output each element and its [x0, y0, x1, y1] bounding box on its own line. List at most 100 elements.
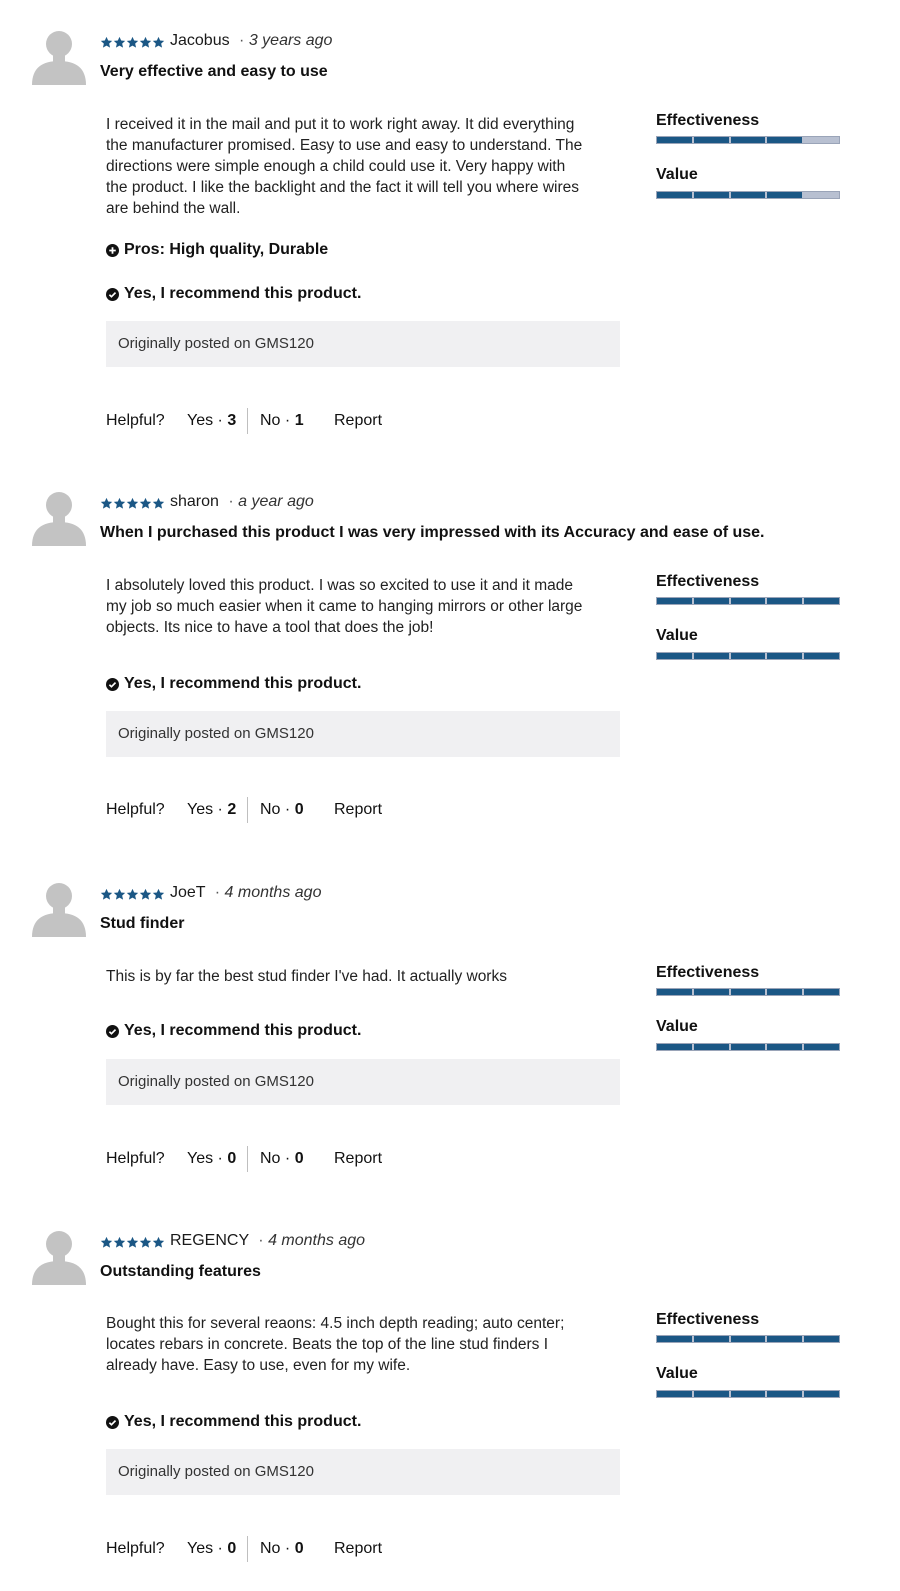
rating-segment [693, 1336, 729, 1342]
review-body: I absolutely loved this product. I was s… [106, 575, 626, 638]
origin-note: Originally posted on GMS120 [106, 1449, 620, 1495]
rating-segment [657, 192, 692, 198]
review-body-line: the product. I like the backlight and th… [106, 179, 579, 196]
rating-segment [804, 1336, 839, 1342]
author-name[interactable]: REGENCY [170, 1232, 249, 1249]
helpful-no-button[interactable]: No · 0 [260, 1149, 304, 1169]
no-label: No · [260, 1150, 291, 1167]
effectiveness-bar [656, 597, 840, 605]
rating-segment [767, 1044, 803, 1050]
rating-segment [804, 192, 839, 198]
star-icon [100, 888, 113, 900]
author-name[interactable]: Jacobus [170, 32, 230, 49]
rating-segment [730, 598, 766, 604]
origin-text: Originally posted on GMS120 [118, 725, 314, 742]
helpful-no-button[interactable]: No · 0 [260, 1539, 304, 1559]
effectiveness-label: Effectiveness [656, 112, 760, 129]
review-body-line: objects. Its nice to have a tool that do… [106, 619, 434, 636]
origin-text: Originally posted on GMS120 [118, 1073, 314, 1090]
star-icon [100, 497, 113, 509]
star-icon [139, 888, 152, 900]
star-icon [126, 888, 139, 900]
helpful-label: Helpful? [106, 412, 165, 429]
rating-segment [693, 1391, 729, 1397]
rating-segment [657, 989, 692, 995]
yes-label: Yes · [187, 1540, 223, 1557]
rating-segment [804, 989, 839, 995]
review-date: a year ago [238, 493, 314, 510]
author-name[interactable]: JoeT [170, 884, 205, 901]
star-icon [113, 497, 126, 509]
star-icon [100, 36, 113, 48]
check-circle-icon [106, 1415, 119, 1429]
rating-segment [804, 653, 839, 659]
rating-segment [767, 653, 803, 659]
no-count: 0 [294, 1150, 304, 1167]
check-circle-icon [106, 1024, 119, 1038]
value-label: Value [656, 1365, 698, 1382]
recommend-text: Yes, I recommend this product. [124, 1022, 362, 1039]
no-count: 1 [294, 412, 304, 429]
meta-separator: · [258, 1232, 264, 1249]
review-meta: Jacobus · 3 years ago [170, 31, 332, 51]
avatar [30, 1228, 88, 1286]
pros-text: Pros: High quality, Durable [124, 241, 329, 258]
report-button[interactable]: Report [334, 800, 382, 820]
yes-label: Yes · [187, 1150, 223, 1167]
check-circle-icon [106, 287, 119, 301]
recommend-text: Yes, I recommend this product. [124, 1413, 362, 1430]
plus-circle-icon [106, 243, 119, 257]
review-body-line: locates rebars in concrete. Beats the to… [106, 1336, 548, 1353]
star-icon [113, 36, 126, 48]
helpful-yes-button[interactable]: Yes · 2 [187, 800, 236, 820]
yes-count: 2 [227, 801, 237, 818]
no-count: 0 [294, 801, 304, 818]
rating-segment [804, 1044, 839, 1050]
check-circle-icon [106, 677, 119, 691]
report-button[interactable]: Report [334, 411, 382, 431]
review-title: Stud finder [100, 915, 185, 932]
recommend-text: Yes, I recommend this product. [124, 285, 362, 302]
divider [247, 1146, 248, 1172]
review-body-line: the manufacturer promised. Easy to use a… [106, 137, 583, 154]
rating-segment [657, 1391, 692, 1397]
helpful-label: Helpful? [106, 801, 165, 818]
author-name[interactable]: sharon [170, 493, 219, 510]
helpful-yes-button[interactable]: Yes · 0 [187, 1539, 236, 1559]
effectiveness-bar [656, 136, 840, 144]
helpful-yes-button[interactable]: Yes · 0 [187, 1149, 236, 1169]
review-body-line: I absolutely loved this product. I was s… [106, 577, 573, 594]
helpful-label: Helpful? [106, 1540, 165, 1557]
star-rating [100, 888, 165, 901]
report-button[interactable]: Report [334, 1149, 382, 1169]
report-button[interactable]: Report [334, 1539, 382, 1559]
helpful-no-button[interactable]: No · 1 [260, 411, 304, 431]
yes-count: 3 [227, 412, 237, 429]
recommend-text: Yes, I recommend this product. [124, 675, 362, 692]
divider [247, 1536, 248, 1562]
helpful-yes-button[interactable]: Yes · 3 [187, 411, 236, 431]
meta-separator: · [228, 493, 234, 510]
no-count: 0 [294, 1540, 304, 1557]
value-label: Value [656, 166, 698, 183]
rating-segment [730, 653, 766, 659]
review-title: When I purchased this product I was very… [100, 524, 765, 541]
rating-segment [730, 1044, 766, 1050]
star-icon [126, 1236, 139, 1248]
avatar [30, 880, 88, 938]
yes-count: 0 [227, 1540, 237, 1557]
origin-text: Originally posted on GMS120 [118, 335, 314, 352]
no-label: No · [260, 801, 291, 818]
star-icon [152, 1236, 165, 1248]
rating-segment [730, 137, 766, 143]
divider [247, 408, 248, 434]
no-label: No · [260, 1540, 291, 1557]
divider [247, 797, 248, 823]
review-meta: sharon · a year ago [170, 492, 314, 512]
effectiveness-label: Effectiveness [656, 573, 760, 590]
avatar [30, 28, 88, 86]
review-date: 4 months ago [268, 1232, 366, 1249]
helpful-no-button[interactable]: No · 0 [260, 800, 304, 820]
recommendation: Yes, I recommend this product. [106, 1021, 361, 1041]
review-date: 3 years ago [248, 32, 333, 49]
